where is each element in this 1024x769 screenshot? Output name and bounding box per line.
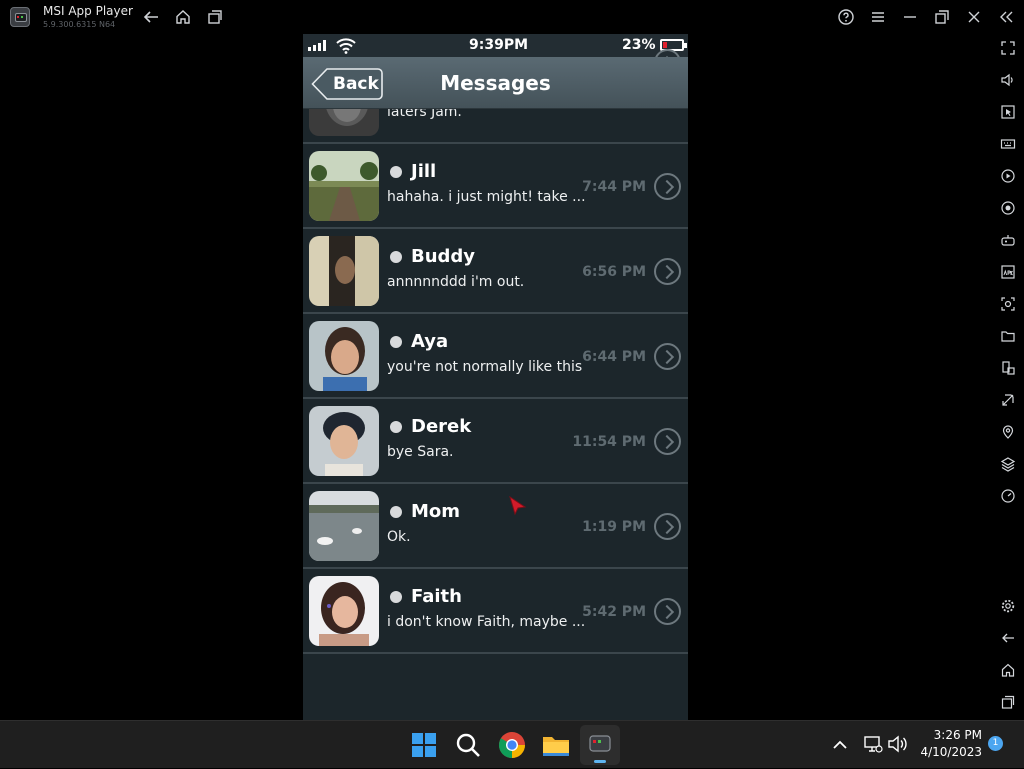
status-bar: 9:39PM 23% <box>303 34 688 57</box>
contact-name: Mom <box>411 501 461 522</box>
message-row[interactable]: Buddy annnnnddd i'm out. 6:56 PM <box>303 229 688 314</box>
back-arrow-icon[interactable] <box>140 6 162 28</box>
file-explorer-icon[interactable] <box>540 729 572 761</box>
contact-name: Aya <box>411 331 449 352</box>
minimize-icon[interactable] <box>899 6 921 28</box>
emulator-title-bar: MSI App Player 5.9.300.6315 N64 <box>0 0 1024 34</box>
android-back-icon[interactable] <box>998 628 1018 648</box>
keyboard-icon[interactable] <box>998 134 1018 154</box>
contact-avatar <box>309 406 379 476</box>
multi-instance-icon[interactable] <box>998 358 1018 378</box>
signal-icon <box>308 39 330 51</box>
app-title: MSI App Player <box>43 4 133 18</box>
help-icon[interactable] <box>835 6 857 28</box>
contact-name: Faith <box>411 586 462 607</box>
message-time: 7:44 PM <box>582 179 646 195</box>
message-preview: bye Sara. <box>387 444 454 460</box>
menu-icon[interactable] <box>867 6 889 28</box>
apk-install-icon[interactable] <box>998 262 1018 282</box>
message-preview: annnnnddd i'm out. <box>387 274 525 290</box>
windows-taskbar: 3:26 PM 4/10/2023 <box>0 720 1024 768</box>
home-icon[interactable] <box>172 6 194 28</box>
contact-avatar <box>309 576 379 646</box>
chevron-right-icon[interactable] <box>654 258 681 285</box>
message-time: 11:54 PM <box>572 434 646 450</box>
message-time: 1:19 PM <box>582 519 646 535</box>
chevron-right-icon[interactable] <box>654 513 681 540</box>
message-row[interactable]: Derek bye Sara. 11:54 PM <box>303 399 688 484</box>
message-row[interactable]: Faith i don't know Faith, maybe ... 5:42… <box>303 569 688 654</box>
gamepad-icon[interactable] <box>998 230 1018 250</box>
contact-avatar <box>309 151 379 221</box>
fullscreen-icon[interactable] <box>998 38 1018 58</box>
contact-avatar <box>309 236 379 306</box>
recent-apps-icon[interactable] <box>204 6 226 28</box>
close-icon[interactable] <box>963 6 985 28</box>
android-recents-icon[interactable] <box>998 692 1018 712</box>
performance-icon[interactable] <box>998 486 1018 506</box>
search-icon[interactable] <box>452 729 484 761</box>
chevron-right-icon[interactable] <box>654 343 681 370</box>
message-row[interactable]: Mom Ok. 1:19 PM <box>303 484 688 569</box>
collapse-sidebar-icon[interactable] <box>995 6 1017 28</box>
contact-name: Derek <box>411 416 472 437</box>
message-row[interactable]: Aya you're not normally like this 6:44 P… <box>303 314 688 399</box>
taskbar-clock-time[interactable]: 3:26 PM <box>926 728 982 742</box>
msi-app-player-taskbar-button[interactable] <box>580 725 620 765</box>
settings-icon[interactable] <box>998 596 1018 616</box>
location-icon[interactable] <box>998 422 1018 442</box>
mouse-cursor-icon <box>509 496 527 516</box>
message-row[interactable]: Jill hahaha. i just might! take ... 7:44… <box>303 144 688 229</box>
message-preview: i don't know Faith, maybe ... <box>387 614 586 630</box>
folder-icon[interactable] <box>998 326 1018 346</box>
chevron-right-icon[interactable] <box>654 428 681 455</box>
message-time: 6:56 PM <box>582 264 646 280</box>
message-time: 6:44 PM <box>582 349 646 365</box>
message-preview: you're not normally like this <box>387 359 583 375</box>
contact-name: Buddy <box>411 246 476 267</box>
nav-bar: Back Messages <box>303 57 688 109</box>
screen-record-icon[interactable] <box>998 198 1018 218</box>
show-hidden-icons-chevron-icon[interactable] <box>828 733 852 757</box>
android-home-icon[interactable] <box>998 660 1018 680</box>
layers-icon[interactable] <box>998 454 1018 474</box>
network-icon[interactable] <box>862 733 884 755</box>
restore-icon[interactable] <box>931 6 953 28</box>
chevron-right-icon[interactable] <box>654 598 681 625</box>
unread-dot <box>390 506 402 518</box>
app-version: 5.9.300.6315 N64 <box>43 20 116 29</box>
taskbar-clock-date[interactable]: 4/10/2023 <box>918 745 982 759</box>
chrome-icon[interactable] <box>496 729 528 761</box>
chevron-right-icon[interactable] <box>654 173 681 200</box>
msi-app-player-taskbar-icon <box>589 735 611 763</box>
message-time: 5:42 PM <box>582 604 646 620</box>
unread-dot <box>390 166 402 178</box>
volume-icon[interactable] <box>998 70 1018 90</box>
pointer-mode-icon[interactable] <box>998 102 1018 122</box>
contact-avatar <box>309 491 379 561</box>
message-preview: hahaha. i just might! take ... <box>387 189 586 205</box>
contact-name: Jill <box>411 161 437 182</box>
message-preview: Ok. <box>387 529 411 545</box>
battery-percent: 23% <box>622 37 656 53</box>
notification-badge[interactable]: 1 <box>988 736 1003 751</box>
page-title: Messages <box>440 71 551 95</box>
macro-record-icon[interactable] <box>998 166 1018 186</box>
windows-start-icon[interactable] <box>408 729 440 761</box>
battery-level <box>663 42 667 48</box>
unread-dot <box>390 336 402 348</box>
screenshot-icon[interactable] <box>998 294 1018 314</box>
contact-avatar <box>309 321 379 391</box>
unread-dot <box>390 421 402 433</box>
msi-app-player-logo <box>10 7 30 27</box>
status-time: 9:39PM <box>469 37 529 53</box>
unread-dot <box>390 251 402 263</box>
phone-screen: 9:39PM 23% Back Messages laters Jam. Jil… <box>303 34 688 720</box>
emulator-sidebar <box>992 34 1024 720</box>
eco-mode-icon[interactable] <box>998 390 1018 410</box>
unread-dot <box>390 591 402 603</box>
speaker-icon[interactable] <box>886 733 908 755</box>
wifi-icon <box>336 38 356 54</box>
